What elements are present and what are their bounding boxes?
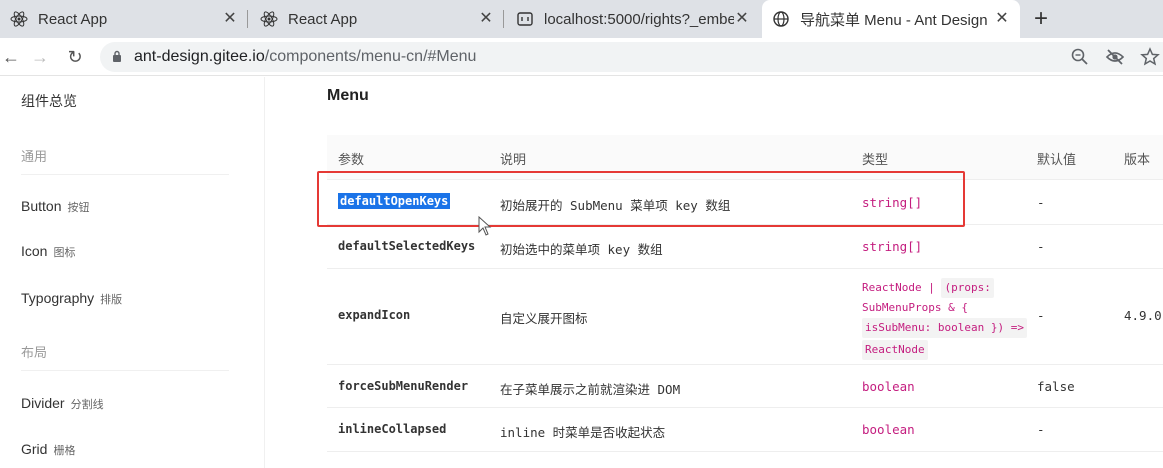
param-cell: expandIcon bbox=[338, 308, 411, 322]
sidebar-item-sublabel: 栅格 bbox=[53, 445, 76, 457]
address-bar[interactable]: ant-design.gitee.io/components/menu-cn/#… bbox=[100, 42, 1163, 72]
column-header-default: 默认值 bbox=[1037, 152, 1077, 167]
url-host: ant-design.gitee.io bbox=[134, 48, 265, 65]
description-cell: 在子菜单展示之前就渲染进 DOM bbox=[500, 382, 681, 397]
column-header-version: 版本 bbox=[1124, 152, 1151, 167]
page-title: Menu bbox=[327, 87, 369, 104]
sidebar-group-layout: 布局 bbox=[21, 345, 48, 360]
tab-divider bbox=[503, 10, 504, 28]
default-cell: - bbox=[1037, 195, 1045, 210]
column-header-type: 类型 bbox=[862, 152, 889, 167]
sidebar-item-sublabel: 排版 bbox=[100, 294, 123, 306]
main-content: Menu 参数 说明 类型 默认值 版本 defaultOpenKeys 初始展… bbox=[266, 77, 1163, 468]
sidebar-item-button[interactable]: Button 按钮 bbox=[21, 198, 89, 215]
back-arrow-icon[interactable]: ← bbox=[0, 46, 22, 68]
type-line: ReactNode | bbox=[862, 281, 935, 294]
react-icon bbox=[10, 10, 28, 28]
component-sidebar: 组件总览 通用 Button 按钮 Icon 图标 Typography 排版 布局 … bbox=[0, 77, 265, 468]
default-cell: - bbox=[1037, 422, 1045, 437]
globe-icon bbox=[772, 10, 790, 28]
reload-icon[interactable]: ↻ bbox=[64, 46, 86, 68]
eye-off-icon[interactable] bbox=[1105, 47, 1125, 67]
url-text: ant-design.gitee.io/components/menu-cn/#… bbox=[134, 48, 476, 66]
param-cell: inlineCollapsed bbox=[338, 422, 447, 436]
tab-title: localhost:5000/rights?_embed bbox=[544, 10, 734, 28]
sidebar-item-divider[interactable]: Divider 分割线 bbox=[21, 395, 104, 412]
column-header-param: 参数 bbox=[338, 152, 365, 167]
tab-close-icon[interactable]: ✕ bbox=[734, 11, 750, 27]
sidebar-item-sublabel: 图标 bbox=[53, 247, 76, 259]
description-cell: 初始选中的菜单项 key 数组 bbox=[500, 242, 663, 257]
default-cell: - bbox=[1037, 239, 1045, 254]
tab-react-app-1[interactable]: React App ✕ bbox=[0, 0, 248, 38]
sidebar-item-overview[interactable]: 组件总览 bbox=[21, 91, 77, 111]
lock-icon bbox=[112, 50, 122, 63]
browser-toolbar: ← → ↻ ant-design.gitee.io/components/men… bbox=[0, 38, 1163, 76]
sidebar-group-general: 通用 bbox=[21, 149, 48, 164]
param-cell: forceSubMenuRender bbox=[338, 379, 469, 393]
sidebar-item-sublabel: 分割线 bbox=[70, 399, 104, 411]
type-chip: (props: bbox=[941, 278, 994, 298]
sidebar-item-label: Typography bbox=[21, 290, 95, 306]
sidebar-item-label: Grid bbox=[21, 441, 48, 457]
type-cell: string[] bbox=[862, 239, 923, 254]
description-cell: inline 时菜单是否收起状态 bbox=[500, 425, 666, 440]
sidebar-divider bbox=[21, 174, 229, 175]
sidebar-item-grid[interactable]: Grid 栅格 bbox=[21, 441, 75, 458]
tab-divider bbox=[247, 10, 248, 28]
browser-tab-strip: React App ✕ React App ✕ localhost:5000/r… bbox=[0, 0, 1163, 38]
table-row: forceSubMenuRender 在子菜单展示之前就渲染进 DOM bool… bbox=[327, 365, 1163, 408]
type-line: SubMenuProps & { bbox=[862, 301, 968, 314]
tab-react-app-2[interactable]: React App ✕ bbox=[250, 0, 504, 38]
sidebar-item-label: Divider bbox=[21, 395, 65, 411]
type-chip: isSubMenu: boolean }) => bbox=[862, 318, 1027, 338]
mouse-cursor-icon bbox=[478, 215, 492, 236]
param-cell: defaultSelectedKeys bbox=[338, 239, 476, 253]
default-cell: - bbox=[1037, 308, 1045, 323]
type-cell: boolean bbox=[862, 422, 915, 437]
type-cell: boolean bbox=[862, 379, 915, 394]
sidebar-item-typography[interactable]: Typography 排版 bbox=[21, 290, 122, 307]
sidebar-item-label: Icon bbox=[21, 243, 48, 259]
forward-arrow-icon[interactable]: → bbox=[29, 46, 51, 68]
bookmark-star-icon[interactable] bbox=[1140, 47, 1160, 67]
tab-close-icon[interactable]: ✕ bbox=[994, 11, 1010, 27]
type-cell: ReactNode | (props: SubMenuProps & { isS… bbox=[862, 277, 1027, 361]
grid-icon bbox=[516, 10, 534, 28]
tab-title: React App bbox=[288, 10, 358, 28]
new-tab-button[interactable]: + bbox=[1028, 6, 1054, 32]
tab-ant-design-menu[interactable]: 导航菜单 Menu - Ant Design ✕ bbox=[762, 0, 1020, 38]
version-cell: 4.9.0 bbox=[1124, 308, 1162, 323]
default-cell: false bbox=[1037, 379, 1075, 394]
table-row: inlineCollapsed inline 时菜单是否收起状态 boolean… bbox=[327, 408, 1163, 452]
highlight-box bbox=[317, 171, 965, 227]
tab-localhost-rights[interactable]: localhost:5000/rights?_embed ✕ bbox=[506, 0, 760, 38]
tab-close-icon[interactable]: ✕ bbox=[478, 11, 494, 27]
sidebar-divider bbox=[21, 370, 229, 371]
tab-title: 导航菜单 Menu - Ant Design bbox=[800, 11, 988, 29]
sidebar-item-sublabel: 按钮 bbox=[67, 202, 90, 214]
url-path: /components/menu-cn/#Menu bbox=[264, 48, 477, 65]
tab-title: React App bbox=[38, 10, 108, 28]
column-header-desc: 说明 bbox=[500, 152, 527, 167]
zoom-icon[interactable] bbox=[1070, 47, 1090, 67]
sidebar-item-label: Button bbox=[21, 198, 62, 214]
table-row: expandIcon 自定义展开图标 ReactNode | (props: S… bbox=[327, 269, 1163, 365]
table-row: defaultSelectedKeys 初始选中的菜单项 key 数组 stri… bbox=[327, 225, 1163, 269]
type-chip: ReactNode bbox=[862, 340, 928, 360]
sidebar-item-icon[interactable]: Icon 图标 bbox=[21, 243, 75, 260]
description-cell: 自定义展开图标 bbox=[500, 311, 588, 326]
react-icon bbox=[260, 10, 278, 28]
tab-close-icon[interactable]: ✕ bbox=[222, 11, 238, 27]
